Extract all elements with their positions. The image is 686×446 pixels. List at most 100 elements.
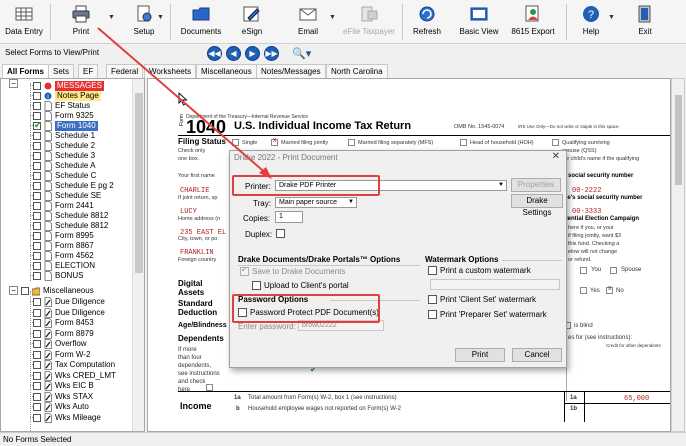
hoh-checkbox[interactable] — [460, 139, 467, 146]
tree-checkbox[interactable] — [33, 152, 41, 160]
tree-checkbox[interactable] — [33, 232, 41, 240]
save-to-drake-checkbox[interactable] — [240, 265, 249, 276]
tree-checkbox[interactable] — [33, 222, 41, 230]
tab-federal[interactable]: Federal — [106, 64, 144, 78]
email-dropdown-icon[interactable]: ▼ — [329, 14, 336, 21]
tree-item[interactable]: Overflow — [1, 339, 133, 349]
tree-item[interactable]: Form 1040 — [1, 120, 133, 131]
campaign-spouse-checkbox[interactable] — [610, 267, 617, 274]
tree-checkbox[interactable] — [33, 112, 41, 120]
last-form-button[interactable]: ▶▶ — [264, 46, 279, 61]
line-1a-value[interactable]: 65,000 — [624, 395, 649, 403]
tree-item[interactable]: Wks Mileage — [1, 413, 133, 423]
tree-checkbox[interactable] — [33, 382, 41, 390]
tab-north-carolina[interactable]: North Carolina — [326, 64, 388, 78]
tree-item[interactable]: Schedule 8812 — [1, 211, 133, 221]
copies-input[interactable]: 1 — [275, 211, 303, 223]
tab-notes-messages[interactable]: Notes/Messages — [256, 64, 326, 78]
exit-button[interactable]: Exit — [632, 2, 658, 42]
tab-all-forms[interactable]: All Forms — [2, 64, 49, 78]
help-dropdown-icon[interactable]: ▼ — [608, 14, 615, 21]
efile-taxpayer-button[interactable]: eFile Taxpayer — [342, 2, 396, 42]
tree-checkbox[interactable] — [33, 102, 41, 110]
tree-checkbox[interactable] — [33, 272, 41, 280]
print-button[interactable]: Print — [62, 2, 100, 42]
setup-dropdown-icon[interactable]: ▼ — [157, 14, 164, 21]
data-entry-button[interactable]: Data Entry — [2, 2, 46, 42]
tree-checkbox[interactable] — [33, 403, 41, 411]
campaign-you-checkbox[interactable] — [580, 267, 587, 274]
tray-select[interactable]: Main paper source ▼ — [275, 197, 357, 208]
cancel-button[interactable]: Cancel — [512, 348, 562, 362]
tree-item[interactable]: Schedule 1 — [1, 131, 133, 141]
tree-item[interactable]: MESSAGES — [1, 81, 133, 91]
setup-button[interactable]: Setup — [124, 2, 164, 42]
documents-button[interactable]: Documents — [178, 2, 224, 42]
tree-item[interactable]: Form 2441 — [1, 201, 133, 211]
mfj-checkbox[interactable]: x — [271, 137, 278, 146]
tree-item[interactable]: ELECTION — [1, 261, 133, 271]
tree-checkbox[interactable] — [33, 252, 41, 260]
tree-item[interactable]: EF Status — [1, 101, 133, 111]
tree-checkbox[interactable] — [33, 242, 41, 250]
scrollbar-thumb[interactable] — [675, 95, 682, 185]
8615-export-button[interactable]: 8615 Export — [510, 2, 556, 42]
first-form-button[interactable]: ◀◀ — [207, 46, 222, 61]
tree-item[interactable]: Wks Auto — [1, 402, 133, 412]
email-button[interactable]: Email — [290, 2, 326, 42]
taxpayer-first-name[interactable]: CHARLIE — [180, 187, 209, 195]
single-checkbox[interactable] — [232, 139, 239, 146]
tree-item[interactable]: Form 4562 — [1, 251, 133, 261]
print-submit-button[interactable]: Print — [455, 348, 505, 362]
tree-item[interactable]: Due Diligence — [1, 308, 133, 318]
ssn-value[interactable]: 00-2222 — [572, 187, 601, 195]
tab-miscellaneous[interactable]: Miscellaneous — [196, 64, 257, 78]
tree-checkbox[interactable] — [33, 329, 41, 338]
search-icon[interactable]: 🔍▾ — [292, 47, 311, 60]
tree-checkbox[interactable] — [33, 350, 41, 359]
tree-checkbox[interactable] — [33, 413, 41, 422]
tree-item[interactable]: Schedule A — [1, 161, 133, 171]
tree-item[interactable]: Schedule 3 — [1, 151, 133, 161]
tab-worksheets[interactable]: Worksheets — [144, 64, 197, 78]
tree-checkbox[interactable] — [33, 262, 41, 270]
city-value[interactable]: FRANKLIN — [180, 249, 214, 257]
tree-item[interactable]: Form W-2 — [1, 350, 133, 360]
tree-checkbox[interactable] — [33, 361, 41, 369]
tree-group-miscellaneous[interactable]: Miscellaneous — [1, 286, 133, 296]
tree-checkbox[interactable] — [33, 212, 41, 220]
tree-item[interactable]: Wks STAX — [1, 392, 133, 402]
tree-checkbox[interactable] — [33, 142, 41, 150]
tree-item[interactable]: Wks EIC B — [1, 381, 133, 391]
tab-sets[interactable]: Sets — [48, 64, 75, 78]
tree-checkbox[interactable] — [33, 92, 41, 100]
refresh-button[interactable]: Refresh — [410, 2, 444, 42]
tree-checkbox[interactable] — [33, 371, 41, 380]
help-button[interactable]: ? Help — [578, 2, 604, 42]
basic-view-button[interactable]: Basic View — [458, 2, 500, 42]
qss-checkbox[interactable] — [552, 139, 559, 146]
tree-item[interactable]: Form 8453 — [1, 318, 133, 328]
client-set-checkbox[interactable] — [428, 295, 437, 304]
esign-button[interactable]: eSign — [232, 2, 272, 42]
tree-item[interactable]: Form 9325 — [1, 111, 133, 121]
tree-item[interactable]: Due Diligence — [1, 297, 133, 307]
spouse-ssn-value[interactable]: 00-3333 — [572, 208, 601, 216]
previous-form-button[interactable]: ◀ — [226, 46, 241, 61]
tree-item[interactable]: Tax Computation — [1, 360, 133, 370]
tree-item[interactable]: BONUS — [1, 271, 133, 281]
digital-no-checkbox[interactable]: x — [606, 285, 613, 294]
tree-scrollbar[interactable] — [132, 79, 144, 431]
tree-checkbox[interactable] — [33, 162, 41, 170]
tree-item[interactable]: Form 8867 — [1, 241, 133, 251]
tree-item[interactable]: Schedule E pg 2 — [1, 181, 133, 191]
properties-button[interactable]: Properties — [511, 178, 561, 192]
tree-item[interactable]: i Notes Page — [1, 91, 133, 101]
print-dropdown-icon[interactable]: ▼ — [108, 14, 115, 21]
tree-checkbox[interactable] — [33, 319, 41, 327]
tree-checkbox[interactable] — [33, 82, 41, 90]
tree-item[interactable]: Form 8995 — [1, 231, 133, 241]
custom-watermark-checkbox[interactable] — [428, 266, 437, 275]
tree-item[interactable]: Schedule SE — [1, 191, 133, 201]
form-scrollbar[interactable] — [671, 78, 685, 432]
